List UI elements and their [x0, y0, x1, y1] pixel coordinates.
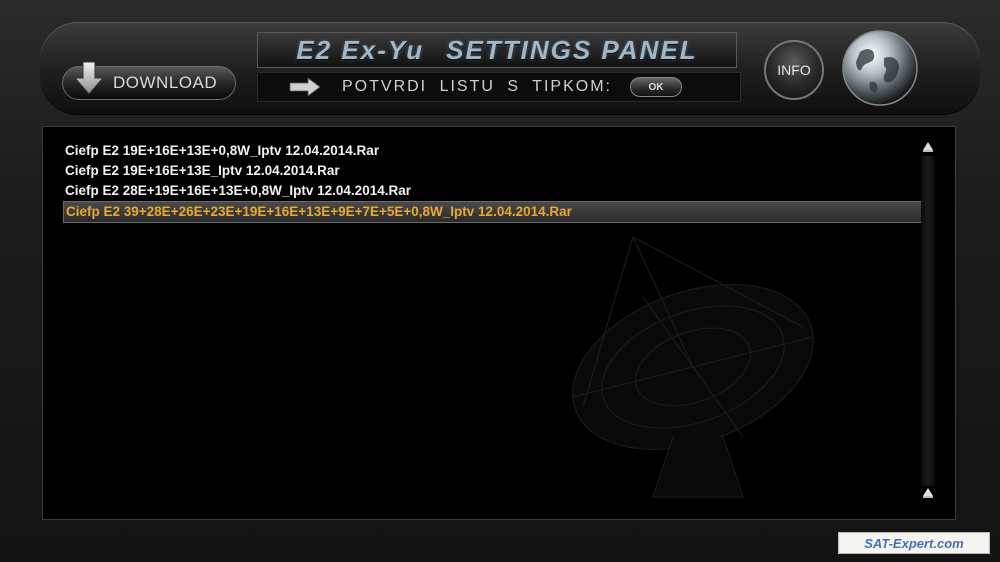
download-button[interactable]: DOWNLOAD [62, 61, 236, 100]
info-button[interactable]: INFO [764, 40, 824, 100]
download-label: DOWNLOAD [113, 73, 218, 92]
site-watermark: SAT-Expert.com [838, 532, 990, 554]
globe-icon [842, 30, 918, 106]
title-settings-panel: SETTINGS PANEL [446, 34, 698, 65]
scroll-down-icon[interactable] [920, 484, 936, 500]
list-item[interactable]: Ciefp E2 19E+16E+13E_Iptv 12.04.2014.Rar [63, 161, 923, 181]
satellite-dish-watermark-icon [572, 236, 814, 498]
title-brand: E2 Ex-Yu [296, 34, 425, 65]
scrollbar-track[interactable] [921, 156, 935, 486]
ok-button[interactable]: OK [629, 77, 682, 97]
file-list-panel: Ciefp E2 19E+16E+13E+0,8W_Iptv 12.04.201… [42, 126, 956, 520]
list-item-selected[interactable]: Ciefp E2 39+28E+26E+23E+19E+16E+13E+9E+7… [63, 201, 923, 223]
confirm-instruction: POTVRDI LISTU S TIPKOM: [342, 78, 612, 95]
download-arrow-icon [73, 61, 105, 95]
info-label: INFO [777, 62, 811, 78]
confirm-bar: POTVRDI LISTU S TIPKOM: OK [257, 72, 741, 102]
list-item[interactable]: Ciefp E2 19E+16E+13E+0,8W_Iptv 12.04.201… [63, 141, 923, 161]
list-item[interactable]: Ciefp E2 28E+19E+16E+13E+0,8W_Iptv 12.04… [63, 181, 923, 201]
ok-label: OK [648, 81, 664, 93]
watermark-text: SAT-Expert.com [864, 535, 964, 551]
file-list: Ciefp E2 19E+16E+13E+0,8W_Iptv 12.04.201… [63, 141, 923, 223]
scroll-up-icon[interactable] [920, 138, 936, 154]
arrow-right-icon [289, 77, 321, 97]
panel-title: E2 Ex-Yu SETTINGS PANEL [257, 32, 737, 68]
